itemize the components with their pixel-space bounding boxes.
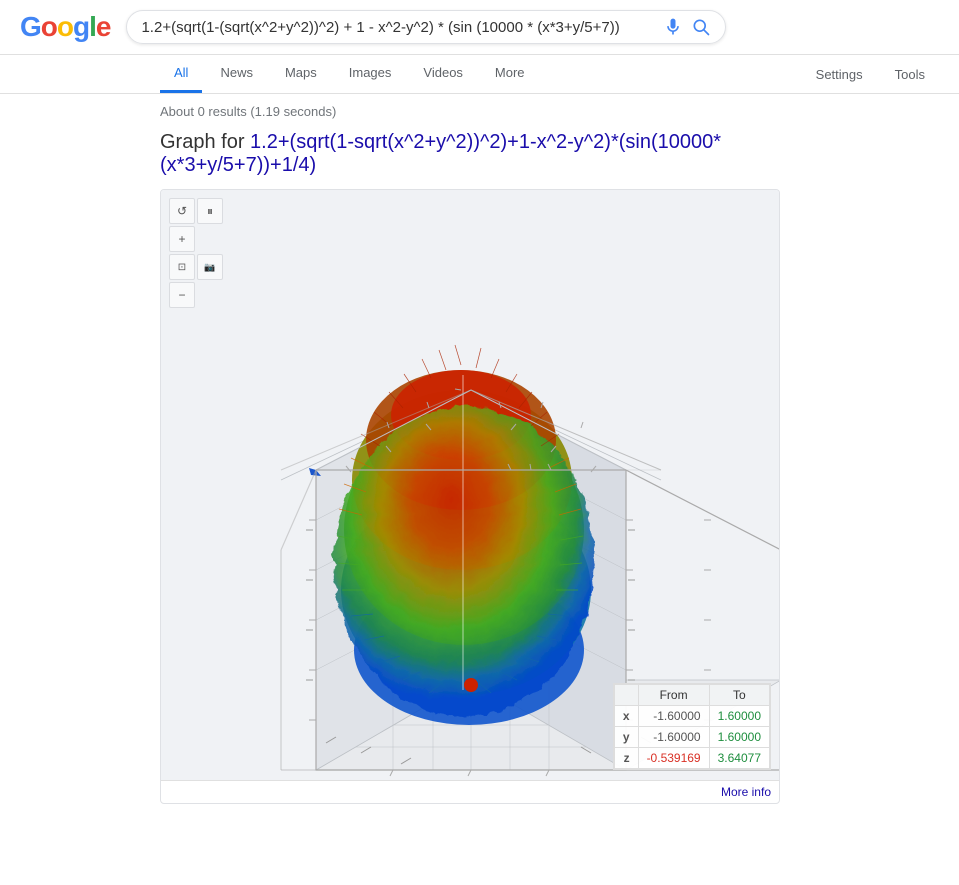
- search-icon[interactable]: [691, 17, 711, 37]
- rotate-button[interactable]: ↺: [169, 198, 195, 224]
- graph-canvas[interactable]: ↺ ⏸ + ⊡ 📷 − From: [161, 190, 780, 780]
- range-from-z: -0.539169: [638, 748, 709, 769]
- main-content: About 0 results (1.19 seconds) Graph for…: [0, 94, 959, 814]
- logo-l: l: [89, 11, 96, 42]
- range-from-y: -1.60000: [638, 727, 709, 748]
- screenshot-button[interactable]: 📷: [197, 254, 223, 280]
- search-icons: [663, 17, 711, 37]
- range-label-x: x: [614, 706, 638, 727]
- range-header-to: To: [709, 685, 769, 706]
- range-label-z: z: [614, 748, 638, 769]
- range-table: From To x -1.60000 1.60000 y -1.60000 1.…: [613, 683, 771, 770]
- range-to-x: 1.60000: [709, 706, 769, 727]
- range-to-z: 3.64077: [709, 748, 769, 769]
- range-header-from: From: [638, 685, 709, 706]
- logo-g: G: [20, 11, 41, 42]
- zoom-out-button[interactable]: −: [169, 282, 195, 308]
- graph-container: ↺ ⏸ + ⊡ 📷 − From: [160, 189, 780, 804]
- nav-settings[interactable]: Settings: [802, 57, 877, 92]
- range-from-x: -1.60000: [638, 706, 709, 727]
- pause-button[interactable]: ⏸: [197, 198, 223, 224]
- nav-item-more[interactable]: More: [481, 55, 539, 93]
- nav-tools[interactable]: Tools: [881, 57, 939, 92]
- more-info-link[interactable]: More info: [161, 780, 779, 803]
- header: Google: [0, 0, 959, 55]
- results-count: About 0 results (1.19 seconds): [160, 104, 799, 119]
- logo-o1: o: [41, 11, 57, 42]
- range-row-z: z -0.539169 3.64077: [614, 748, 769, 769]
- nav: All News Maps Images Videos More Setting…: [0, 55, 959, 94]
- logo-o2: o: [57, 11, 73, 42]
- range-to-y: 1.60000: [709, 727, 769, 748]
- fit-button[interactable]: ⊡: [169, 254, 195, 280]
- graph-label: Graph for: [160, 131, 250, 153]
- nav-item-maps[interactable]: Maps: [271, 55, 331, 93]
- graph-controls: ↺ ⏸ + ⊡ 📷 −: [169, 198, 223, 308]
- range-label-y: y: [614, 727, 638, 748]
- graph-title: Graph for 1.2+(sqrt(1-sqrt(x^2+y^2))^2)+…: [160, 131, 799, 177]
- google-logo: Google: [20, 11, 110, 43]
- zoom-in-button[interactable]: +: [169, 226, 195, 252]
- nav-right: Settings Tools: [802, 57, 939, 92]
- logo-g2: g: [73, 11, 89, 42]
- nav-item-videos[interactable]: Videos: [409, 55, 477, 93]
- ctrl-row-zoom: +: [169, 226, 223, 252]
- ctrl-row-zoom-out: −: [169, 282, 223, 308]
- ctrl-row-fit: ⊡ 📷: [169, 254, 223, 280]
- nav-item-all[interactable]: All: [160, 55, 202, 93]
- search-input[interactable]: [141, 19, 663, 36]
- range-data-table: From To x -1.60000 1.60000 y -1.60000 1.…: [614, 684, 770, 769]
- nav-item-news[interactable]: News: [206, 55, 267, 93]
- mic-icon[interactable]: [663, 17, 683, 37]
- search-bar: [126, 10, 726, 44]
- range-row-x: x -1.60000 1.60000: [614, 706, 769, 727]
- range-row-y: y -1.60000 1.60000: [614, 727, 769, 748]
- range-header-blank: [614, 685, 638, 706]
- nav-item-images[interactable]: Images: [335, 55, 406, 93]
- ctrl-row-top: ↺ ⏸: [169, 198, 223, 224]
- logo-e: e: [96, 11, 111, 42]
